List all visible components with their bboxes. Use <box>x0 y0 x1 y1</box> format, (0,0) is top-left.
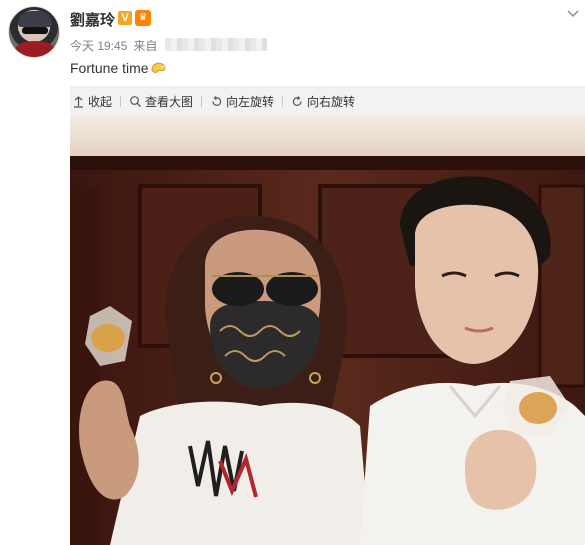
post-meta: 今天 19:45 来自 <box>70 37 157 54</box>
fortune-cookie-left <box>91 324 125 352</box>
avatar-cap-shape <box>18 11 52 27</box>
sunglasses-left-lens <box>212 272 264 306</box>
magnifier-icon <box>129 95 142 108</box>
rotate-right-icon <box>291 95 304 108</box>
avatar-glasses-shape <box>22 27 48 34</box>
rotate-left-label: 向左旋转 <box>226 94 275 109</box>
view-large-label: 查看大图 <box>145 94 194 109</box>
rotate-left-button[interactable]: 向左旋转 <box>210 86 274 116</box>
rotate-right-button[interactable]: 向右旋转 <box>291 86 355 116</box>
toolbar-divider <box>201 95 203 107</box>
ceiling <box>70 116 585 156</box>
man-hand <box>465 429 537 510</box>
fortune-cookie-emoji-icon <box>150 61 168 75</box>
collapse-arrow-icon <box>72 95 85 108</box>
sunglasses-right-lens <box>266 272 318 306</box>
toolbar-divider <box>282 95 284 107</box>
wall-panel <box>538 184 585 388</box>
view-large-image-button[interactable]: 查看大图 <box>129 86 193 116</box>
username-link[interactable]: 劉嘉玲 <box>70 9 115 30</box>
verified-v-icon[interactable]: V <box>118 11 132 25</box>
weibo-post-card: 劉嘉玲 V ♛ 今天 19:45 来自 Fortune time 收起 查看大图 <box>0 0 585 545</box>
user-avatar[interactable] <box>8 6 60 58</box>
collapse-label: 收起 <box>88 94 113 109</box>
post-text-content: Fortune time <box>70 60 149 76</box>
media-toolbar: 收起 查看大图 向左旋转 向右旋转 <box>70 86 585 116</box>
post-source-label: 来自 <box>133 39 158 53</box>
post-time[interactable]: 今天 19:45 <box>70 39 127 53</box>
post-text: Fortune time <box>70 60 168 76</box>
toolbar-divider <box>120 95 122 107</box>
photo-illustration <box>70 116 585 545</box>
fortune-cookie-right <box>519 392 557 424</box>
molding <box>70 156 585 170</box>
post-photo[interactable] <box>70 116 585 545</box>
wall-pillar <box>70 186 100 545</box>
blurred-source-text <box>165 38 267 51</box>
collapse-button[interactable]: 收起 <box>72 86 112 116</box>
chevron-down-icon[interactable] <box>567 8 579 20</box>
avatar-scarf-shape <box>15 41 55 57</box>
media-viewer: 收起 查看大图 向左旋转 向右旋转 <box>70 86 585 545</box>
rotate-left-icon <box>210 95 223 108</box>
member-crown-icon[interactable]: ♛ <box>135 10 151 26</box>
rotate-right-label: 向右旋转 <box>307 94 356 109</box>
